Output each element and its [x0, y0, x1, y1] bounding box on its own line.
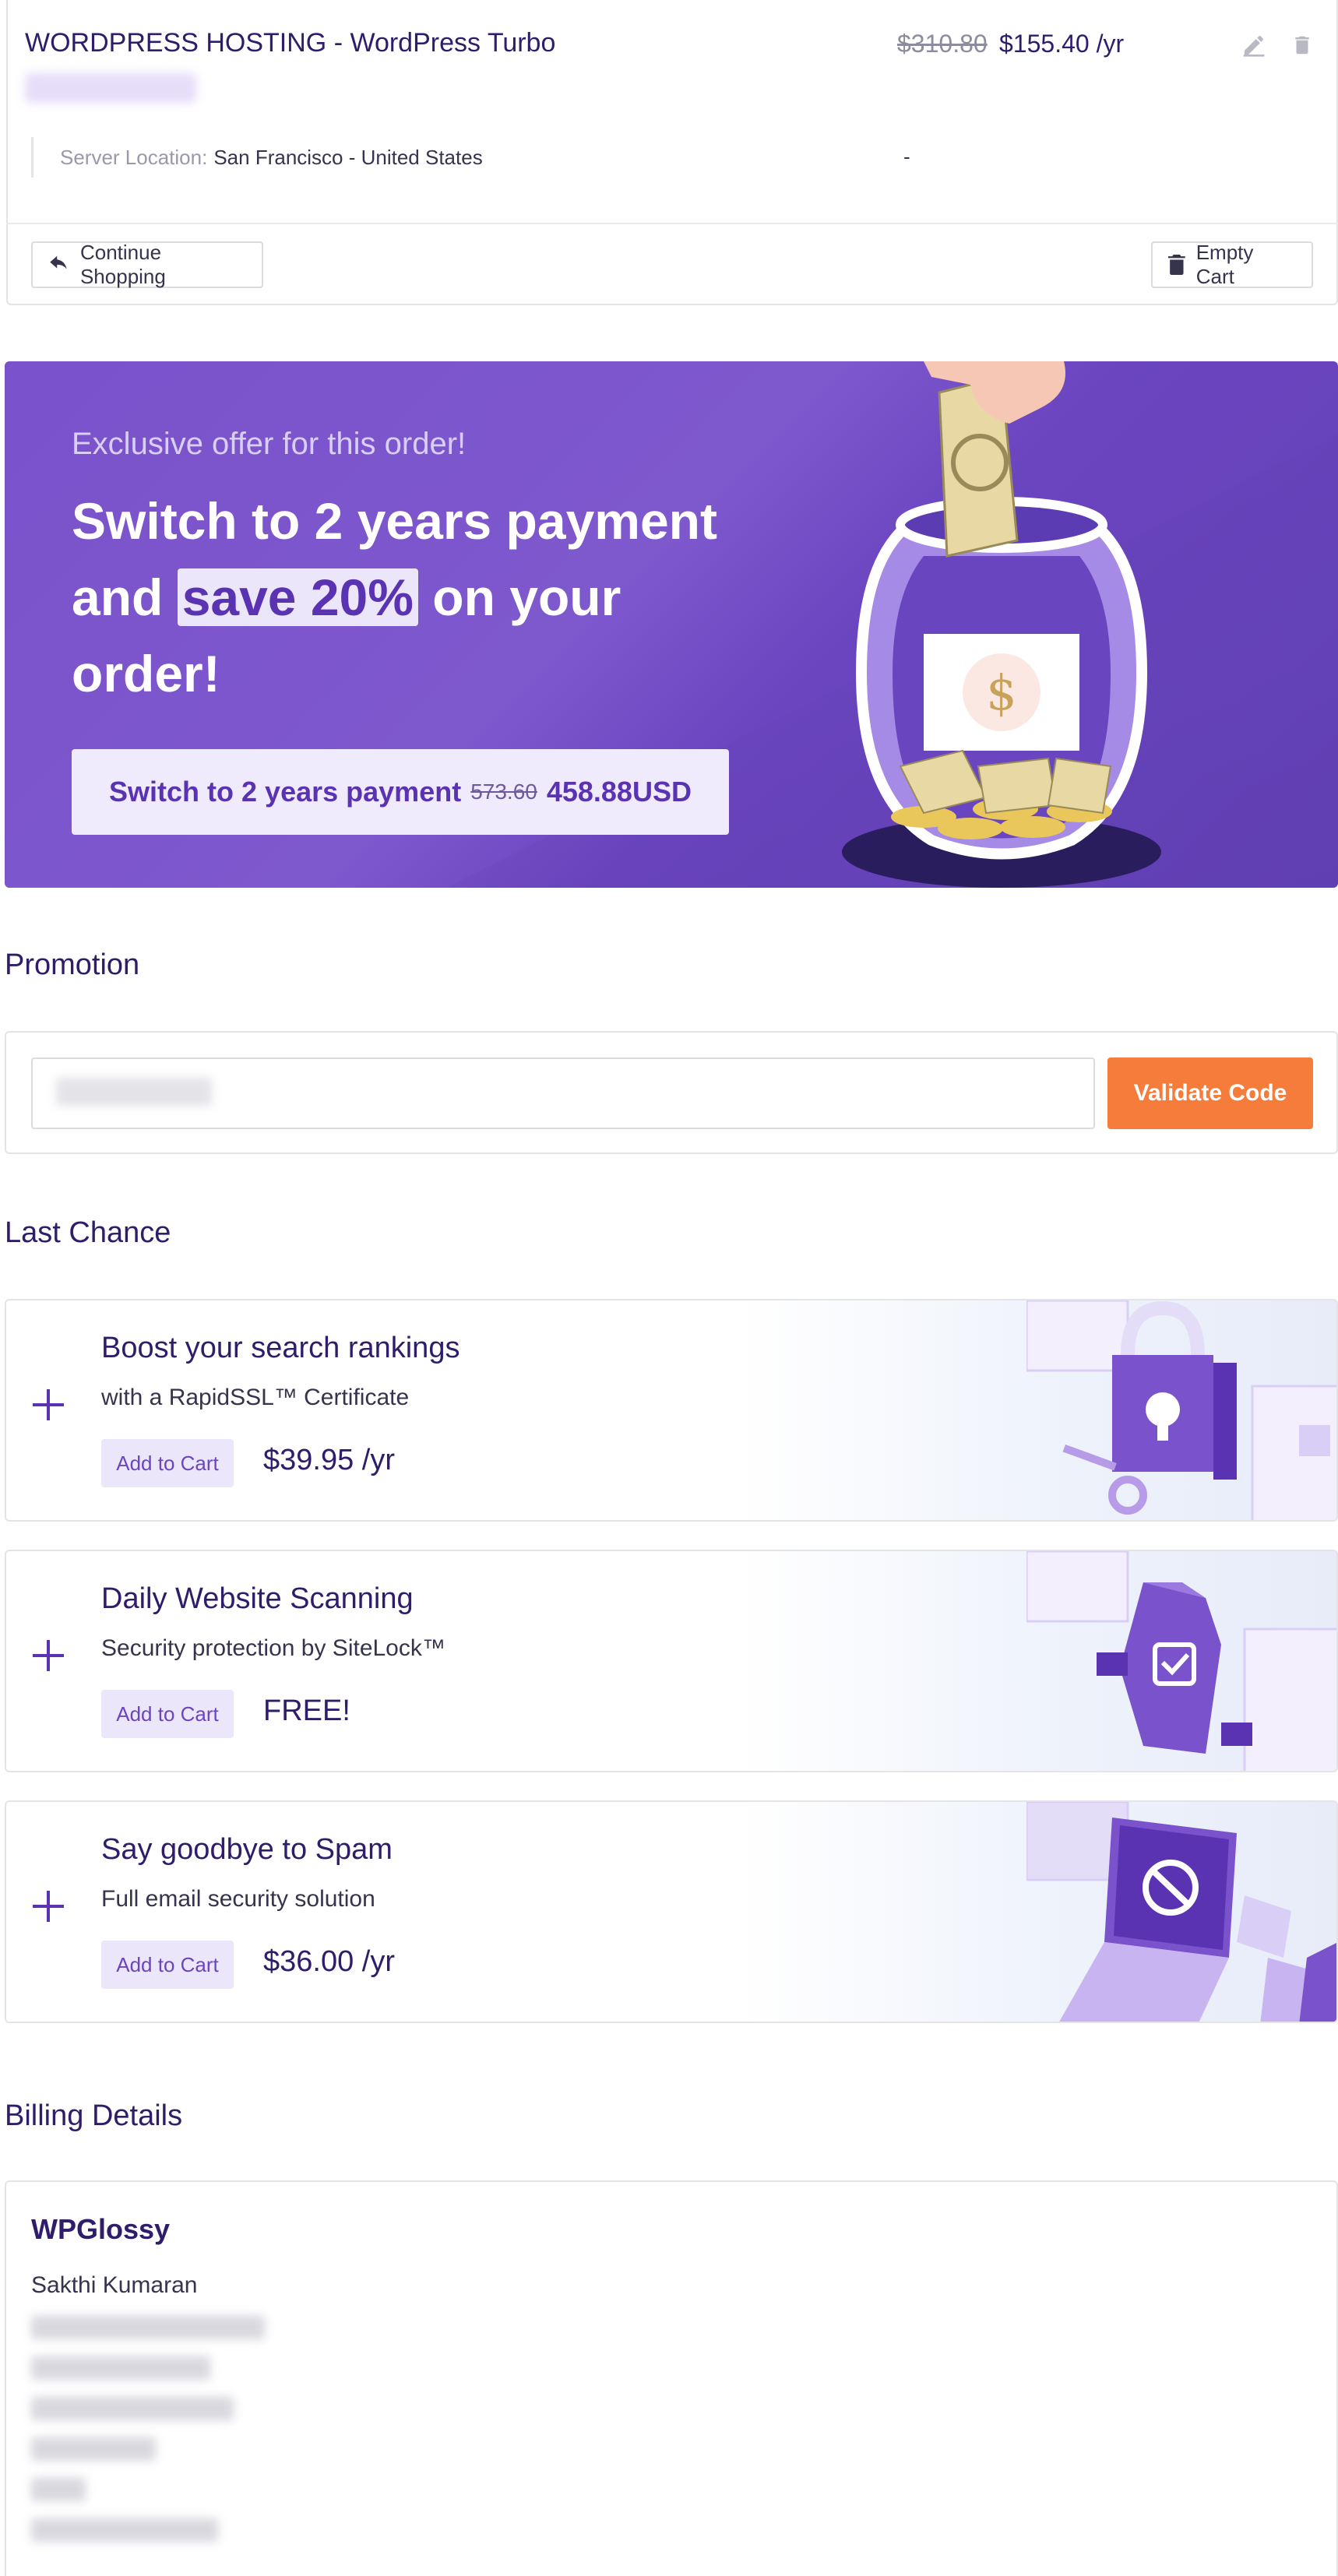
- billing-heading: Billing Details: [5, 2099, 183, 2132]
- server-location-row: Server Location: San Francisco - United …: [31, 137, 483, 178]
- billing-name: Sakthi Kumaran: [31, 2272, 198, 2298]
- pencil-icon: [1243, 36, 1265, 57]
- svg-text:$: $: [986, 664, 1016, 721]
- switch-new-price: 458.88USD: [546, 776, 692, 808]
- upsell-card-sitelock: Daily Website Scanning Security protecti…: [5, 1550, 1338, 1772]
- remove-item-button[interactable]: [1285, 28, 1319, 62]
- upsell-subtitle: with a RapidSSL™ Certificate: [101, 1385, 410, 1410]
- add-to-cart-button[interactable]: Add to Cart: [101, 1941, 234, 1989]
- upsell-title: Boost your search rankings: [101, 1332, 460, 1364]
- plus-icon[interactable]: [30, 1386, 67, 1423]
- shield-scan-illustration: [1026, 1551, 1336, 1771]
- trash-icon: [1295, 36, 1309, 55]
- billing-phone-redacted: [31, 2518, 218, 2542]
- discounted-price: $155.40 /yr: [999, 30, 1125, 58]
- offer-kicker: Exclusive offer for this order!: [72, 427, 467, 461]
- switch-billing-cycle-button[interactable]: Switch to 2 years payment 573.60 458.88U…: [72, 749, 729, 835]
- trash-icon: [1168, 254, 1185, 276]
- promo-code-redacted: [56, 1078, 212, 1106]
- billing-country-redacted: [31, 2478, 86, 2501]
- plus-icon[interactable]: [30, 1888, 67, 1925]
- billing-email-redacted: [31, 2316, 265, 2339]
- validate-code-button[interactable]: Validate Code: [1107, 1057, 1313, 1129]
- continue-shopping-button[interactable]: Continue Shopping: [31, 241, 263, 288]
- upsell-subtitle: Security protection by SiteLock™: [101, 1635, 445, 1661]
- upsell-card-email-security: Say goodbye to Spam Full email security …: [5, 1800, 1338, 2023]
- empty-cart-button[interactable]: Empty Cart: [1151, 241, 1313, 288]
- add-to-cart-button[interactable]: Add to Cart: [101, 1439, 234, 1487]
- billing-city-redacted: [31, 2397, 234, 2420]
- billing-address-redacted: [31, 2356, 210, 2380]
- upsell-title: Daily Website Scanning: [101, 1582, 414, 1615]
- upsell-price: $36.00 /yr: [263, 1945, 395, 1978]
- server-location-label: Server Location:: [60, 145, 208, 169]
- add-to-cart-button[interactable]: Add to Cart: [101, 1690, 234, 1738]
- plus-icon[interactable]: [30, 1637, 67, 1674]
- billing-company: WPGlossy: [31, 2213, 171, 2245]
- server-location-price: -: [903, 145, 910, 168]
- money-jar-illustration: $: [842, 361, 1161, 888]
- billing-state-redacted: [31, 2437, 156, 2461]
- edit-item-button[interactable]: [1237, 28, 1271, 62]
- upsell-subtitle: Full email security solution: [101, 1886, 375, 1912]
- last-chance-heading: Last Chance: [5, 1216, 171, 1249]
- server-location-value: San Francisco - United States: [213, 145, 483, 169]
- offer-headline: Switch to 2 years payment and save 20% o…: [72, 483, 741, 712]
- original-price: $310.80: [897, 30, 988, 58]
- empty-cart-label: Empty Cart: [1195, 241, 1254, 288]
- divider: [6, 223, 1338, 224]
- laptop-mail-illustration: [1026, 1802, 1336, 2022]
- promotion-heading: Promotion: [5, 948, 140, 981]
- upsell-price: FREE!: [263, 1694, 350, 1727]
- continue-shopping-label: Continue Shopping: [79, 241, 166, 288]
- reply-arrow-icon: [50, 255, 67, 269]
- padlock-key-illustration: [1026, 1300, 1336, 1520]
- product-domain-redacted: [25, 73, 196, 103]
- upsell-price: $39.95 /yr: [263, 1444, 395, 1476]
- upsell-title: Say goodbye to Spam: [101, 1833, 393, 1866]
- product-title: WORDPRESS HOSTING - WordPress Turbo: [25, 28, 556, 58]
- offer-headline-highlight: save 20%: [177, 568, 418, 626]
- switch-old-price: 573.60: [470, 779, 537, 804]
- switch-button-label: Switch to 2 years payment: [109, 776, 462, 808]
- upsell-card-ssl: Boost your search rankings with a RapidS…: [5, 1299, 1338, 1522]
